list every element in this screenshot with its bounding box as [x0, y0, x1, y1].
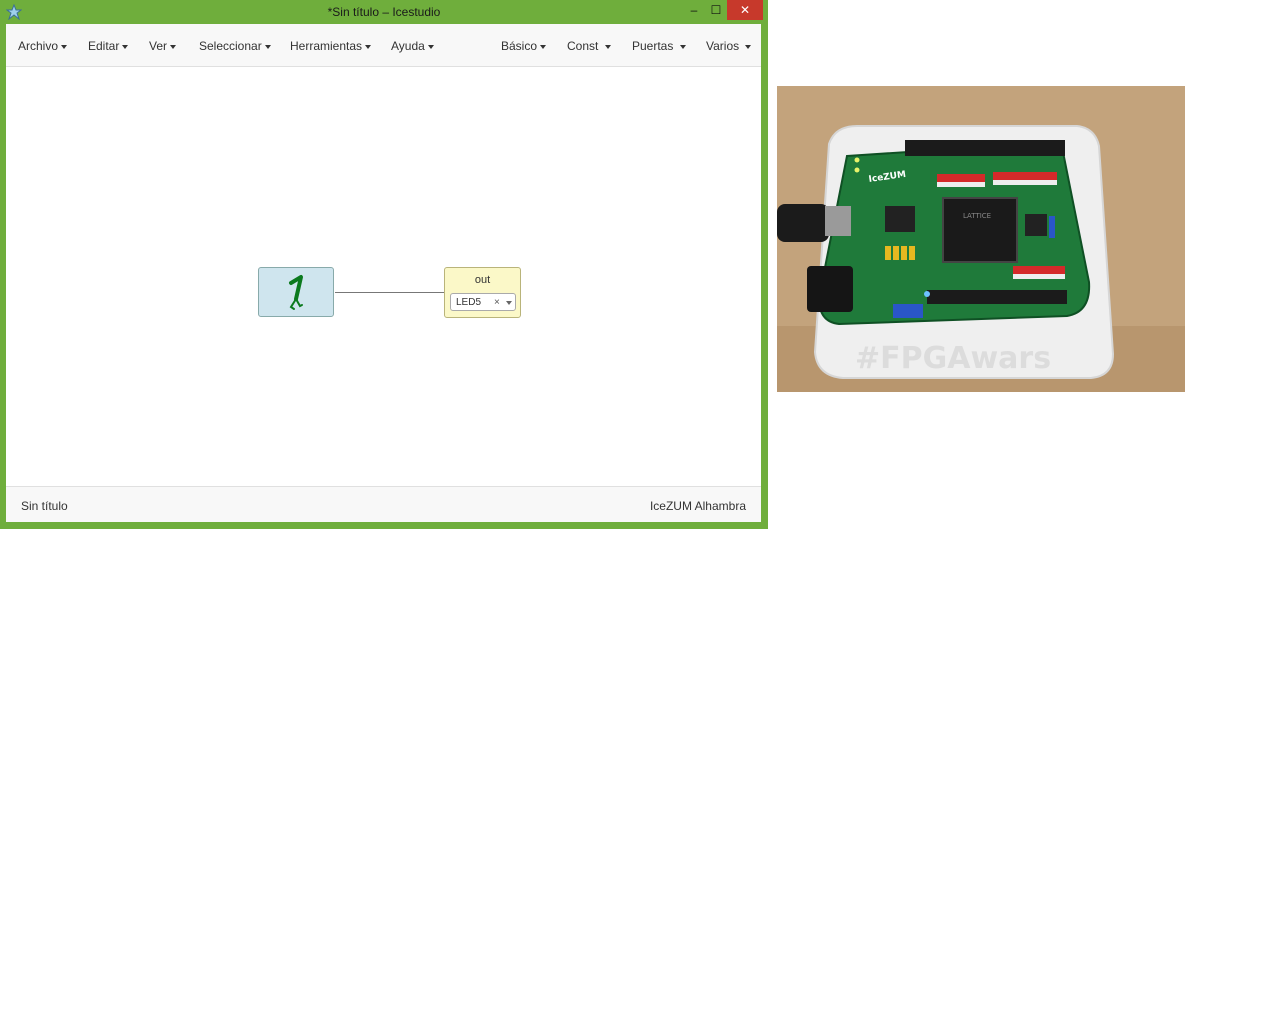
menu-label: Archivo [18, 39, 59, 53]
menu-label: Seleccionar [199, 39, 262, 53]
menu-basico[interactable]: Básico [501, 39, 547, 53]
caret-down-icon [540, 44, 547, 49]
clear-icon[interactable]: × [494, 297, 500, 308]
menu-herramientas[interactable]: Herramientas [290, 39, 372, 53]
board-photo: #FPGAwars LATTICE IceZUM [777, 86, 1185, 392]
close-button[interactable]: ✕ [727, 0, 763, 20]
menu-ayuda[interactable]: Ayuda [391, 39, 434, 53]
pin-select[interactable]: LED5 × [450, 293, 516, 311]
menu-varios[interactable]: Varios [706, 39, 752, 53]
caret-down-icon [745, 44, 752, 49]
design-canvas[interactable]: out LED5 × [6, 67, 761, 485]
menu-seleccionar[interactable]: Seleccionar [199, 39, 271, 53]
window-title: *Sin título – Icestudio [327, 5, 441, 19]
menu-label: Ver [149, 39, 168, 53]
menu-label: Varios [706, 39, 740, 53]
project-name: Sin título [21, 499, 68, 513]
pin-select-value: LED5 [456, 297, 482, 308]
caret-down-icon [365, 44, 372, 49]
maximize-button[interactable]: ☐ [706, 0, 726, 20]
caret-down-icon [170, 44, 177, 49]
caret-down-icon [427, 44, 434, 49]
status-bar: Sin título IceZUM Alhambra [6, 486, 761, 522]
menu-label: Editar [88, 39, 120, 53]
menu-ver[interactable]: Ver [149, 39, 177, 53]
bit-one-icon [289, 275, 303, 310]
output-port-label: out [474, 274, 491, 286]
caret-down-icon [61, 44, 68, 49]
menu-label: Const [567, 39, 599, 53]
menu-label: Ayuda [391, 39, 425, 53]
connection-wire[interactable] [335, 292, 444, 293]
menu-label: Herramientas [290, 39, 363, 53]
menu-puertas[interactable]: Puertas [632, 39, 686, 53]
svg-text:LATTICE: LATTICE [963, 212, 991, 220]
app-client-area: Archivo Editar Ver Seleccionar Herramien… [6, 24, 761, 522]
output-port-block[interactable]: out LED5 × [444, 267, 521, 318]
menu-const[interactable]: Const [567, 39, 611, 53]
board-name[interactable]: IceZUM Alhambra [650, 499, 746, 513]
caret-down-icon [604, 44, 611, 49]
menu-editar[interactable]: Editar [88, 39, 129, 53]
icestudio-window: *Sin título – Icestudio – ☐ ✕ Archivo Ed… [0, 0, 768, 529]
menu-archivo[interactable]: Archivo [18, 39, 68, 53]
caret-down-icon [264, 44, 271, 49]
dropdown-caret-icon[interactable] [506, 301, 512, 305]
menu-bar: Archivo Editar Ver Seleccionar Herramien… [6, 24, 761, 67]
minimize-button[interactable]: – [684, 0, 704, 20]
constant-bit-block[interactable] [258, 267, 334, 317]
case-watermark-text: #FPGAwars [855, 341, 1051, 376]
title-bar[interactable]: *Sin título – Icestudio – ☐ ✕ [0, 0, 768, 24]
caret-down-icon [122, 44, 129, 49]
caret-down-icon [679, 44, 686, 49]
menu-label: Puertas [632, 39, 674, 53]
menu-label: Básico [501, 39, 538, 53]
